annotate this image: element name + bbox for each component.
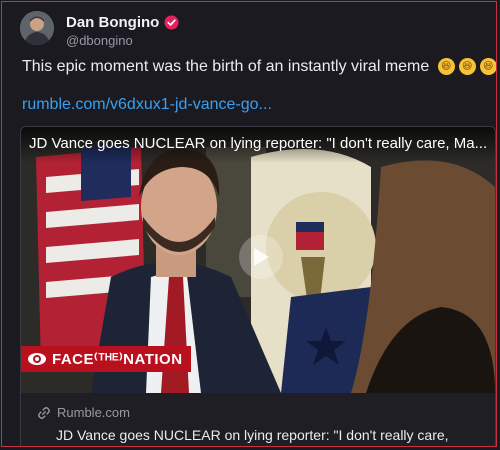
post-card[interactable]: Dan Bongino @dbongino This epic moment w… [1,1,497,447]
cbs-eye-icon [28,353,46,365]
play-icon [254,248,269,266]
post-text: This epic moment was the birth of an ins… [22,58,430,75]
verified-badge-icon [164,15,179,30]
network-badge-label: FACE⁽ᵀᴴᴱ⁾NATION [52,351,183,368]
rolling-laughing-emoji-icon: 😆 [479,58,496,76]
link-preview-card[interactable]: JD Vance goes NUCLEAR on lying reporter:… [20,126,496,446]
post-link[interactable]: rumble.com/v6dxux1-jd-vance-go... [22,96,272,114]
link-icon [38,406,50,419]
card-title[interactable]: JD Vance goes NUCLEAR on lying reporter:… [56,427,476,446]
card-footer[interactable]: Rumble.com JD Vance goes NUCLEAR on lyin… [21,393,495,446]
play-button[interactable] [239,235,283,279]
network-badge: FACE⁽ᵀᴴᴱ⁾NATION [21,346,191,372]
avatar[interactable] [20,11,54,45]
card-domain-row: Rumble.com [37,405,130,420]
video-title[interactable]: JD Vance goes NUCLEAR on lying reporter:… [29,135,489,152]
rolling-laughing-emoji-icon: 😆 [437,58,455,76]
emoji-group: 😆 😆 😆 [437,58,496,76]
author-display-name[interactable]: Dan Bongino [66,14,159,31]
rolling-laughing-emoji-icon: 😆 [458,58,476,76]
author-handle[interactable]: @dbongino [66,33,133,48]
post-text-row: This epic moment was the birth of an ins… [22,58,496,76]
author-name-row[interactable]: Dan Bongino [66,14,179,31]
card-domain: Rumble.com [57,405,130,420]
video-thumbnail[interactable]: JD Vance goes NUCLEAR on lying reporter:… [21,127,495,393]
